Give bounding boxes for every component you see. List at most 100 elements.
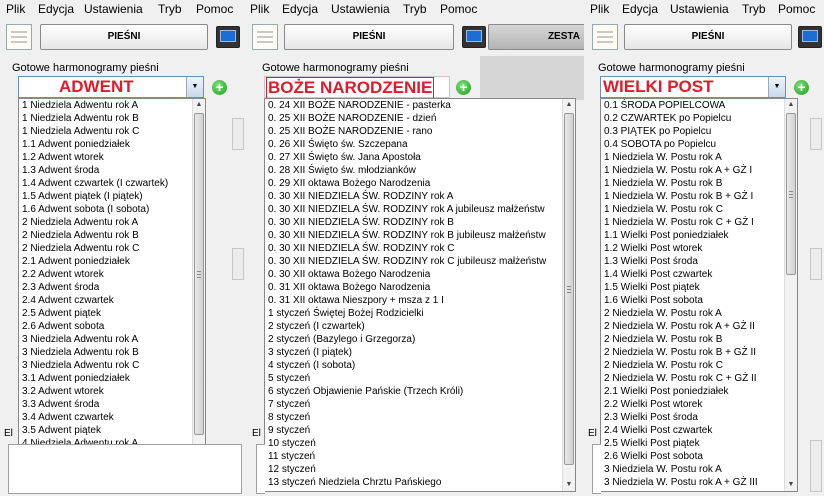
list-item[interactable]: 0. 30 XII NIEDZIELA ŚW. RODZINY rok C (265, 242, 575, 255)
schedule-dropdown-list[interactable]: 0.1 ŚRODA POPIELCOWA 0.2 CZWARTEK po Popi… (600, 98, 798, 492)
chevron-down-icon[interactable]: ▼ (186, 77, 203, 97)
schedule-select[interactable]: ADWENT ▼ (18, 76, 204, 98)
menu-plik[interactable]: Plik (6, 2, 25, 16)
list-item[interactable]: 0. 30 XII NIEDZIELA ŚW. RODZINY rok A (265, 190, 575, 203)
list-item[interactable]: 1 Niedziela Adwentu rok B (19, 112, 205, 125)
list-item[interactable]: 1.6 Wielki Post sobota (601, 294, 797, 307)
list-item[interactable]: 2 Niedziela Adwentu rok C (19, 242, 205, 255)
list-item[interactable]: 1.1 Wielki Post poniedziałek (601, 229, 797, 242)
list-item[interactable]: 0. 25 XII BOŻE NARODZENIE - dzień (265, 112, 575, 125)
menu-pomoc[interactable]: Pomoc (440, 2, 477, 16)
list-item[interactable]: 3 styczeń (I piątek) (265, 346, 575, 359)
list-item[interactable]: 1.2 Adwent wtorek (19, 151, 205, 164)
scrollbar-thumb[interactable] (786, 113, 796, 275)
list-item[interactable]: 3 Niedziela Adwentu rok A (19, 333, 205, 346)
schedule-dropdown-list[interactable]: 1 Niedziela Adwentu rok A1 Niedziela Adw… (18, 98, 206, 492)
list-item[interactable]: 1.6 Adwent sobota (I sobota) (19, 203, 205, 216)
projector-screen-icon[interactable] (462, 26, 486, 48)
list-item[interactable]: 3 Niedziela Adwentu rok B (19, 346, 205, 359)
list-item[interactable]: 1 Niedziela W. Postu rok B (601, 177, 797, 190)
scroll-up-icon[interactable]: ▲ (193, 99, 205, 111)
list-item[interactable]: 2 Niedziela W. Postu rok C + GŻ II (601, 372, 797, 385)
menu-tryb[interactable]: Tryb (158, 2, 182, 16)
list-item[interactable]: 0. 27 XII Święto św. Jana Apostoła (265, 151, 575, 164)
list-item[interactable]: 2.2 Adwent wtorek (19, 268, 205, 281)
list-item[interactable]: 3.1 Adwent poniedziałek (19, 372, 205, 385)
list-item[interactable]: 1 Niedziela W. Postu rok B + GŻ I (601, 190, 797, 203)
bottom-text-area[interactable] (8, 444, 242, 494)
schedule-select[interactable]: WIELKI POST ▼ (600, 76, 786, 98)
menu-ustawienia[interactable]: Ustawienia (331, 2, 390, 16)
list-item[interactable]: 2 styczeń (I czwartek) (265, 320, 575, 333)
list-item[interactable]: 1 Niedziela W. Postu rok A (601, 151, 797, 164)
schedule-dropdown-list[interactable]: 0. 24 XII BOŻE NARODZENIE - pasterka 0. 2… (264, 98, 576, 492)
list-item[interactable]: 2.4 Wielki Post czwartek (601, 424, 797, 437)
list-item[interactable]: 11 styczeń (265, 450, 575, 463)
list-item[interactable]: 3.4 Adwent czwartek (19, 411, 205, 424)
list-scrollbar[interactable]: ▲ ▼ (562, 99, 575, 491)
list-item[interactable]: 0. 24 XII BOŻE NARODZENIE - pasterka (265, 99, 575, 112)
list-item[interactable]: 2 Niedziela W. Postu rok A + GŻ II (601, 320, 797, 333)
list-item[interactable]: 0. 30 XII NIEDZIELA ŚW. RODZINY rok A ju… (265, 203, 575, 216)
list-item[interactable]: 0. 30 XII oktawa Bożego Narodzenia (265, 268, 575, 281)
list-item[interactable]: 0. 30 XII NIEDZIELA ŚW. RODZINY rok B (265, 216, 575, 229)
list-item[interactable]: 2.5 Wielki Post piątek (601, 437, 797, 450)
list-item[interactable]: 3.2 Adwent wtorek (19, 385, 205, 398)
list-item[interactable]: 1 Niedziela W. Postu rok A + GŻ I (601, 164, 797, 177)
scrollbar-thumb[interactable] (564, 113, 574, 465)
list-item[interactable]: 2 Niedziela Adwentu rok A (19, 216, 205, 229)
scrollbar-thumb[interactable] (194, 113, 204, 435)
list-item[interactable]: 2 Niedziela W. Postu rok A (601, 307, 797, 320)
menu-plik[interactable]: Plik (250, 2, 269, 16)
list-item[interactable]: 2.1 Adwent poniedziałek (19, 255, 205, 268)
bottom-text-area[interactable] (256, 444, 265, 494)
list-item[interactable]: 0. 25 XII BOŻE NARODZENIE - rano (265, 125, 575, 138)
chevron-down-icon[interactable]: ▼ (768, 77, 785, 97)
menu-plik[interactable]: Plik (590, 2, 609, 16)
menu-edycja[interactable]: Edycja (622, 2, 658, 16)
list-item[interactable]: 0.2 CZWARTEK po Popielcu (601, 112, 797, 125)
list-item[interactable]: 0.3 PIĄTEK po Popielcu (601, 125, 797, 138)
tab-songs[interactable]: PIEŚNI (624, 24, 792, 50)
list-item[interactable]: 2.4 Adwent czwartek (19, 294, 205, 307)
list-item[interactable]: 2.1 Wielki Post poniedziałek (601, 385, 797, 398)
tab-sets[interactable]: ZESTA (488, 24, 584, 50)
list-item[interactable]: 2.5 Adwent piątek (19, 307, 205, 320)
list-item[interactable]: 2 Niedziela W. Postu rok B + GŻ II (601, 346, 797, 359)
list-item[interactable]: 0. 30 XII NIEDZIELA ŚW. RODZINY rok B ju… (265, 229, 575, 242)
list-item[interactable]: 8 styczeń (265, 411, 575, 424)
list-item[interactable]: 1.5 Adwent piątek (I piątek) (19, 190, 205, 203)
list-item[interactable]: 3 Niedziela W. Postu rok A (601, 463, 797, 476)
bottom-text-area[interactable] (592, 444, 601, 494)
list-item[interactable]: 7 styczeń (265, 398, 575, 411)
menu-ustawienia[interactable]: Ustawienia (84, 2, 143, 16)
list-item[interactable]: 12 styczeń (265, 463, 575, 476)
scroll-down-icon[interactable]: ▼ (563, 479, 575, 491)
list-item[interactable]: 13 styczeń Niedziela Chrztu Pańskiego (265, 476, 575, 489)
list-item[interactable]: 1.4 Adwent czwartek (I czwartek) (19, 177, 205, 190)
list-item[interactable]: 1.1 Adwent poniedziałek (19, 138, 205, 151)
menu-edycja[interactable]: Edycja (282, 2, 318, 16)
list-item[interactable]: 3 Niedziela W. Postu rok A + GŻ III (601, 476, 797, 489)
menu-pomoc[interactable]: Pomoc (778, 2, 815, 16)
list-item[interactable]: 1.3 Adwent środa (19, 164, 205, 177)
list-item[interactable]: 2 Niedziela W. Postu rok B (601, 333, 797, 346)
list-item[interactable]: 1 Niedziela W. Postu rok C (601, 203, 797, 216)
list-item[interactable]: 10 styczeń (265, 437, 575, 450)
list-item[interactable]: 6 styczeń Objawienie Pańskie (Trzech Kró… (265, 385, 575, 398)
list-item[interactable]: 3 Niedziela Adwentu rok C (19, 359, 205, 372)
menu-pomoc[interactable]: Pomoc (196, 2, 233, 16)
list-item[interactable]: 1.2 Wielki Post wtorek (601, 242, 797, 255)
list-item[interactable]: 9 styczeń (265, 424, 575, 437)
list-item[interactable]: 0. 28 XII Święto św. młodzianków (265, 164, 575, 177)
list-item[interactable]: 3.3 Adwent środa (19, 398, 205, 411)
scroll-up-icon[interactable]: ▲ (785, 99, 797, 111)
list-scrollbar[interactable]: ▲ ▼ (192, 99, 205, 491)
projector-screen-icon[interactable] (798, 26, 822, 48)
app-logo-icon[interactable] (6, 24, 32, 50)
list-item[interactable]: 0. 29 XII oktawa Bożego Narodzenia (265, 177, 575, 190)
scroll-up-icon[interactable]: ▲ (563, 99, 575, 111)
list-item[interactable]: 1.4 Wielki Post czwartek (601, 268, 797, 281)
menu-tryb[interactable]: Tryb (742, 2, 766, 16)
list-scrollbar[interactable]: ▲ ▼ (784, 99, 797, 491)
